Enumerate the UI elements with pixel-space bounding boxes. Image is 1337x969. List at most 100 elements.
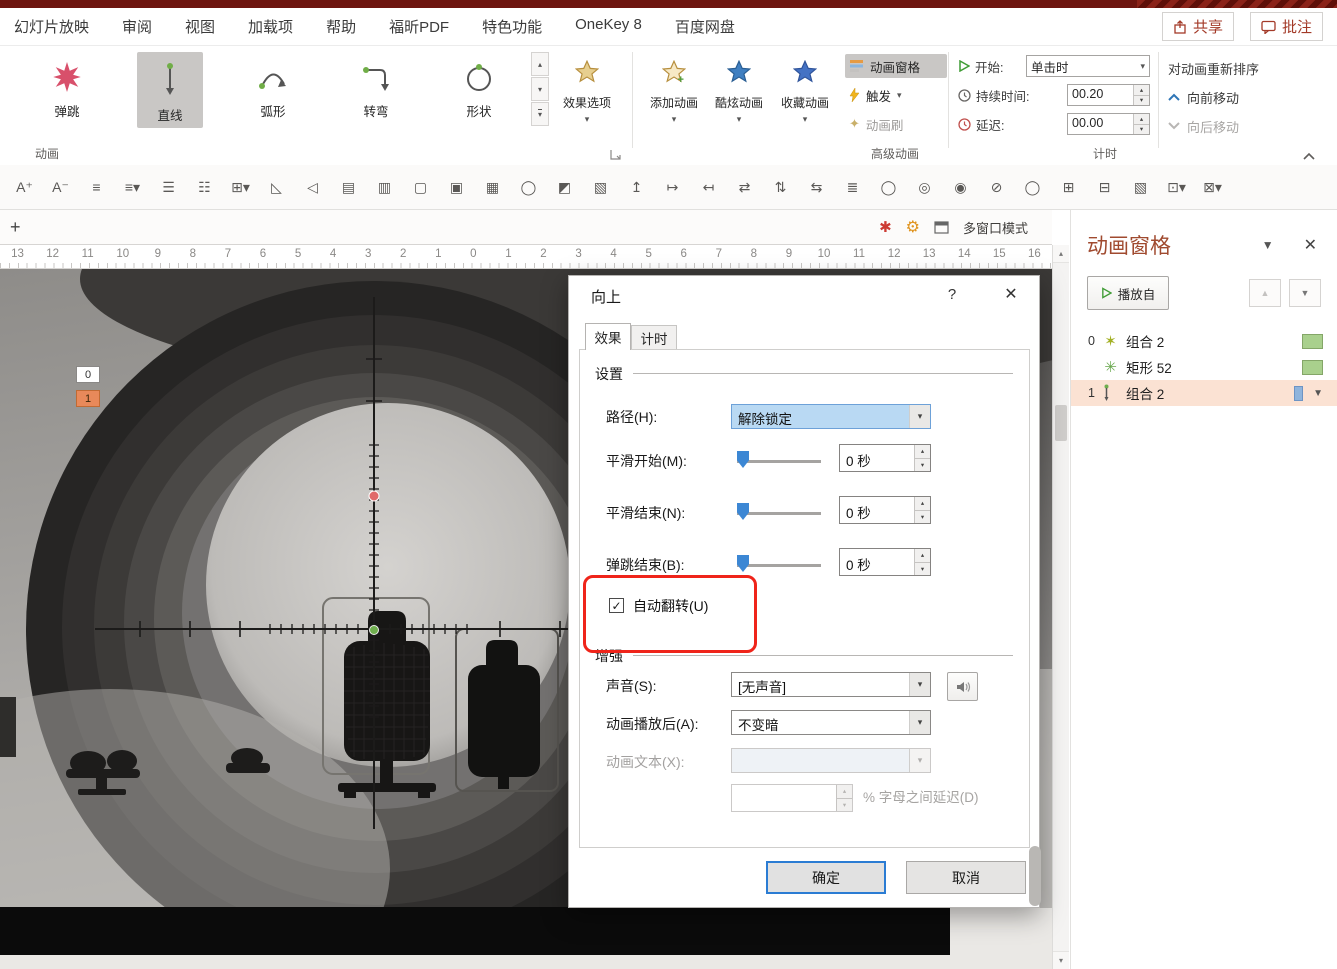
timeline-chip[interactable] [1302,334,1323,349]
drawing-toolbar-icon[interactable]: ⇅ [764,173,797,201]
pane-close-icon[interactable]: ✕ [1304,235,1317,255]
animation-item[interactable]: ✳ 矩形 52 [1071,354,1337,380]
spin-down-icon[interactable]: ▾ [1134,125,1149,135]
drawing-toolbar-icon[interactable]: ▣ [440,173,473,201]
favorite-animation-button[interactable]: 收藏动画 ▾ [774,52,836,150]
pane-menu-chevron-icon[interactable]: ▼ [1262,238,1274,252]
animation-pane-button[interactable]: 动画窗格 [845,54,947,78]
play-from-button[interactable]: 播放自 [1087,276,1169,310]
scrollbar-thumb[interactable] [1055,405,1067,441]
drawing-toolbar-icon[interactable]: ◺ [260,173,293,201]
cancel-button[interactable]: 取消 [906,861,1026,894]
drawing-toolbar-icon[interactable]: ◩ [548,173,581,201]
move-down-button[interactable]: ▼ [1289,279,1321,307]
tab-effect[interactable]: 效果 [585,323,631,350]
ok-button[interactable]: 确定 [766,861,886,894]
move-later-button[interactable]: 向后移动 [1168,114,1318,138]
move-earlier-button[interactable]: 向前移动 [1168,85,1318,109]
menu-tab[interactable]: 幻灯片放映 [14,16,89,37]
drawing-toolbar-icon[interactable]: ↤ [692,173,725,201]
drawing-toolbar-icon[interactable]: ◁ [296,173,329,201]
drawing-toolbar-icon[interactable]: ◯ [512,173,545,201]
drawing-toolbar-icon[interactable]: ▤ [332,173,365,201]
animation-item[interactable]: 0 ✶ 组合 2 [1071,328,1337,354]
menu-tab[interactable]: 审阅 [122,16,152,37]
collapse-ribbon-icon[interactable] [1303,152,1315,160]
animation-order-marker-0[interactable]: 0 [76,366,100,383]
overlay-scrollbar-thumb[interactable] [1029,846,1041,906]
spinner-buttons[interactable]: ▴▾ [914,549,930,575]
menu-tab[interactable]: 百度网盘 [675,16,735,37]
timeline-chip[interactable] [1302,360,1323,375]
sound-combobox[interactable]: [无声音] ▾ [731,672,931,697]
drawing-toolbar-icon[interactable]: ⊞ [1052,173,1085,201]
spin-up-icon[interactable]: ▴ [915,497,930,511]
bounce-end-spinner[interactable]: 0 秒 ▴▾ [839,548,931,576]
menu-tab[interactable]: 加载项 [248,16,293,37]
drawing-toolbar-icon[interactable]: ≡ [80,173,113,201]
slider-thumb[interactable] [737,451,749,468]
drawing-toolbar-icon[interactable]: ▢ [404,173,437,201]
gallery-down-button[interactable]: ▾ [531,77,549,101]
vertical-scrollbar[interactable]: ▴ ▾ [1052,245,1069,969]
menu-tab[interactable]: 福昕PDF [389,16,449,37]
effect-options-button[interactable]: 效果选项 ▾ [556,52,618,150]
timeline-chip[interactable] [1294,386,1303,401]
spin-down-icon[interactable]: ▾ [1134,96,1149,106]
sound-volume-button[interactable] [947,672,978,701]
delay-spinner[interactable]: 00.00 ▴▾ [1067,113,1150,135]
add-animation-button[interactable]: + 添加动画 ▾ [642,52,706,150]
chevron-down-icon[interactable]: ▾ [909,673,930,696]
chevron-down-icon[interactable]: ▾ [909,405,930,428]
dialog-close-button[interactable]: ✕ [997,284,1025,304]
drawing-toolbar-icon[interactable]: ≡▾ [116,173,149,201]
multi-window-label[interactable]: 多窗口模式 [963,218,1028,237]
motion-path-arc[interactable]: 弧形 [240,52,306,128]
drawing-toolbar-icon[interactable]: ⇆ [800,173,833,201]
gallery-more-button[interactable]: ▾ [531,102,549,126]
spinner-buttons[interactable]: ▴▾ [914,445,930,471]
path-combobox[interactable]: 解除锁定 ▾ [731,404,931,429]
spin-down-icon[interactable]: ▾ [915,459,930,472]
comments-button[interactable]: 批注 [1250,12,1323,41]
after-animation-combobox[interactable]: 不变暗 ▾ [731,710,931,735]
spin-up-icon[interactable]: ▴ [1134,85,1149,96]
red-plugin-icon[interactable]: ✱ [879,218,892,236]
drawing-toolbar-icon[interactable]: A⁺ [8,173,41,201]
drawing-toolbar-icon[interactable]: ◯ [872,173,905,201]
drawing-toolbar-icon[interactable]: A⁻ [44,173,77,201]
drawing-toolbar-icon[interactable]: ▥ [368,173,401,201]
spin-down-icon[interactable]: ▾ [915,563,930,576]
motion-path-shape[interactable]: 形状 [446,52,512,128]
drawing-toolbar-icon[interactable]: ⊘ [980,173,1013,201]
spin-up-icon[interactable]: ▴ [1134,114,1149,125]
smooth-end-spinner[interactable]: 0 秒 ▴▾ [839,496,931,524]
gear-icon[interactable]: ⚙ [906,217,920,237]
drawing-toolbar-icon[interactable]: ☷ [188,173,221,201]
chevron-down-icon[interactable]: ▾ [909,711,930,734]
motion-path-bounce[interactable]: 弹跳 [34,52,100,128]
spinner-buttons[interactable]: ▴▾ [914,497,930,523]
drawing-toolbar-icon[interactable]: ▧ [584,173,617,201]
drawing-toolbar-icon[interactable]: ↦ [656,173,689,201]
spin-up-icon[interactable]: ▴ [915,549,930,563]
scroll-down-icon[interactable]: ▾ [1053,951,1069,969]
drawing-toolbar-icon[interactable]: ↥ [620,173,653,201]
animation-painter-button[interactable]: ✦ 动画刷 [845,112,947,136]
drawing-toolbar-icon[interactable]: ▦ [476,173,509,201]
item-menu-chevron-icon[interactable]: ▼ [1313,388,1323,399]
smooth-start-spinner[interactable]: 0 秒 ▴▾ [839,444,931,472]
add-tab-button[interactable]: + [10,217,21,238]
tab-timing[interactable]: 计时 [631,325,677,350]
slider-thumb[interactable] [737,503,749,520]
drawing-toolbar-icon[interactable]: ⊠▾ [1196,173,1229,201]
move-up-button[interactable]: ▲ [1249,279,1281,307]
drawing-toolbar-icon[interactable]: ◎ [908,173,941,201]
drawing-toolbar-icon[interactable]: ⊡▾ [1160,173,1193,201]
share-button[interactable]: 共享 [1162,12,1234,41]
slider-thumb[interactable] [737,555,749,572]
smooth-start-slider[interactable] [737,448,821,472]
drawing-toolbar-icon[interactable]: ☰ [152,173,185,201]
cool-animation-button[interactable]: 酷炫动画 ▾ [708,52,770,150]
smooth-end-slider[interactable] [737,500,821,524]
